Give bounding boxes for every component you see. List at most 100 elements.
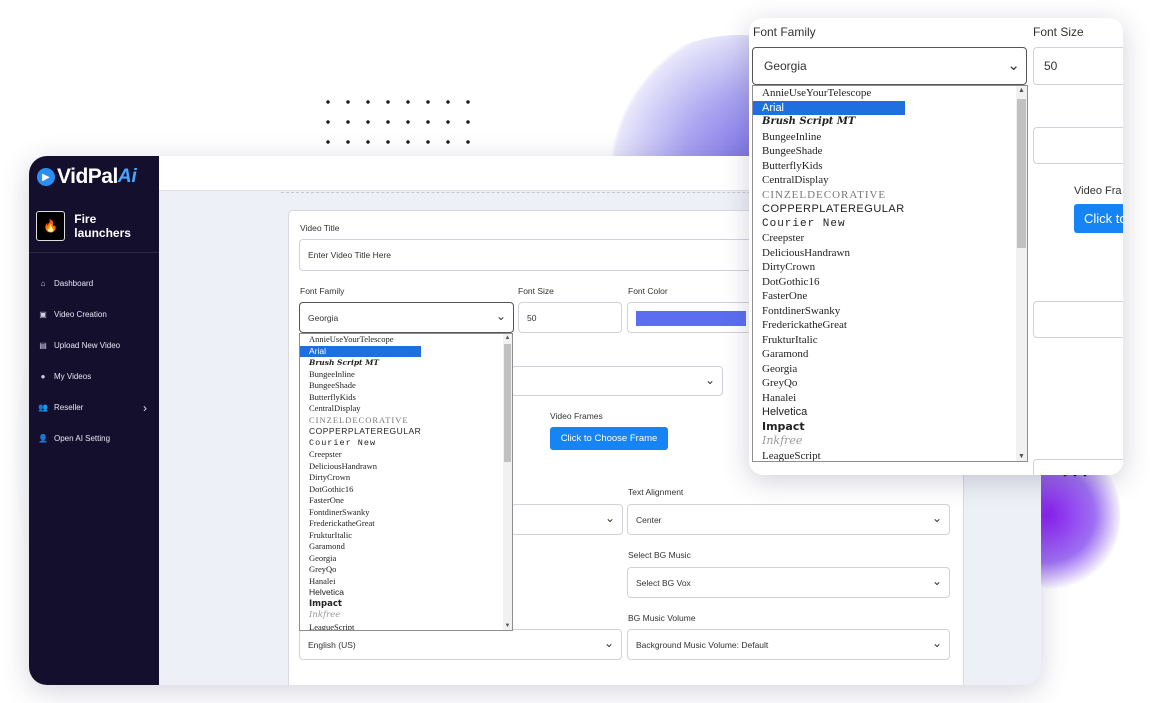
- font-option[interactable]: Creepster: [300, 449, 421, 461]
- font-option[interactable]: FrukturItalic: [300, 530, 421, 542]
- scroll-down-icon[interactable]: ▼: [1016, 453, 1027, 460]
- font-option[interactable]: FrederickatheGreat: [300, 518, 421, 530]
- font-option[interactable]: Impact: [300, 599, 421, 611]
- font-option[interactable]: DeliciousHandrawn: [300, 461, 421, 473]
- font-option[interactable]: Helvetica: [753, 405, 905, 420]
- sidebar-item-label: Open AI Setting: [54, 434, 111, 443]
- text-alignment-label: Text Alignment: [628, 487, 684, 497]
- font-option[interactable]: Hanalei: [753, 391, 905, 406]
- font-option[interactable]: Brush Script MT: [753, 115, 905, 130]
- font-option[interactable]: Inkfree: [753, 434, 905, 449]
- scroll-up-icon[interactable]: ▲: [1016, 87, 1027, 94]
- font-option[interactable]: LeagueScript: [753, 449, 905, 462]
- font-option[interactable]: Courier New: [300, 438, 421, 450]
- font-color-picker[interactable]: [627, 302, 752, 333]
- sidebar-item-dashboard[interactable]: ⌂ Dashboard: [29, 268, 159, 299]
- font-family-dropdown[interactable]: AnnieUseYourTelescope Arial Brush Script M…: [299, 333, 513, 631]
- font-option[interactable]: BungeeInline: [753, 130, 905, 145]
- scroll-down-icon[interactable]: ▼: [503, 623, 512, 629]
- font-option[interactable]: FontdinerSwanky: [300, 507, 421, 519]
- zoom-select-box[interactable]: [1033, 127, 1123, 164]
- zoom-font-family-select[interactable]: Georgia ⌄: [752, 47, 1027, 85]
- font-option[interactable]: LeagueScript: [300, 622, 421, 631]
- video-title-label: Video Title: [300, 223, 340, 233]
- font-option[interactable]: GreyQo: [753, 376, 905, 391]
- zoom-font-family-dropdown[interactable]: AnnieUseYourTelescope Arial Brush Script M…: [752, 85, 1028, 462]
- zoom-select-box[interactable]: [1033, 459, 1123, 475]
- font-option[interactable]: ButterflyKids: [300, 392, 421, 404]
- font-option[interactable]: COPPERPLATEREGULAR: [753, 202, 905, 217]
- scrollbar-thumb[interactable]: [1017, 99, 1026, 248]
- sidebar-item-upload-new-video[interactable]: ▤ Upload New Video: [29, 330, 159, 361]
- font-family-label: Font Family: [300, 286, 345, 296]
- sidebar-item-video-creation[interactable]: ▣ Video Creation: [29, 299, 159, 330]
- font-option[interactable]: Helvetica: [300, 587, 421, 599]
- app-logo[interactable]: ▶ VidPal Ai: [37, 164, 137, 190]
- font-option[interactable]: CINZELDECORATIVE: [753, 188, 905, 203]
- video-icon: ▣: [39, 310, 47, 319]
- font-option[interactable]: Courier New: [753, 217, 905, 232]
- play-logo-icon: ▶: [37, 168, 55, 186]
- font-option[interactable]: CINZELDECORATIVE: [300, 415, 421, 427]
- font-option[interactable]: ButterflyKids: [753, 159, 905, 174]
- bg-volume-value: Background Music Volume: Default: [636, 639, 769, 650]
- font-option[interactable]: FasterOne: [300, 495, 421, 507]
- sidebar-item-reseller[interactable]: 👥 Reseller ›: [29, 392, 159, 423]
- font-option[interactable]: AnnieUseYourTelescope: [300, 334, 421, 346]
- font-option[interactable]: FontdinerSwanky: [753, 304, 905, 319]
- font-option[interactable]: GreyQo: [300, 564, 421, 576]
- bg-volume-select[interactable]: Background Music Volume: Default: [627, 629, 950, 660]
- font-option[interactable]: Arial: [300, 345, 422, 357]
- sidebar-item-my-videos[interactable]: ● My Videos: [29, 361, 159, 392]
- brand-profile[interactable]: 🔥 Fire launchers: [36, 208, 154, 244]
- font-option[interactable]: AnnieUseYourTelescope: [753, 86, 905, 101]
- font-option[interactable]: DirtyCrown: [753, 260, 905, 275]
- font-option[interactable]: Hanalei: [300, 576, 421, 588]
- zoom-font-size-input[interactable]: 50: [1033, 47, 1123, 85]
- font-option[interactable]: BungeeShade: [300, 380, 421, 392]
- font-option[interactable]: DeliciousHandrawn: [753, 246, 905, 261]
- text-select-left[interactable]: [511, 504, 623, 535]
- bg-volume-label: BG Music Volume: [628, 613, 696, 623]
- sidebar: ▶ VidPal Ai 🔥 Fire launchers ⌂ Dashboard…: [29, 156, 159, 685]
- font-option[interactable]: Garamond: [753, 347, 905, 362]
- brand-avatar: 🔥: [36, 211, 66, 241]
- font-option[interactable]: FasterOne: [753, 289, 905, 304]
- video-frames-label: Video Frames: [550, 411, 603, 421]
- font-option[interactable]: BungeeShade: [753, 144, 905, 159]
- font-option[interactable]: FrederickatheGreat: [753, 318, 905, 333]
- zoom-video-frames-label: Video Fra: [1074, 185, 1122, 197]
- font-option[interactable]: Brush Script MT: [300, 357, 421, 369]
- chevron-down-icon: ⌄: [1007, 57, 1020, 74]
- font-option[interactable]: COPPERPLATEREGULAR: [300, 426, 421, 438]
- font-option[interactable]: BungeeInline: [300, 369, 421, 381]
- zoom-select-box[interactable]: [1033, 301, 1123, 338]
- font-option[interactable]: Garamond: [300, 541, 421, 553]
- font-option[interactable]: Georgia: [300, 553, 421, 565]
- scrollbar[interactable]: ▲ ▼: [1016, 86, 1027, 461]
- font-option[interactable]: Georgia: [753, 362, 905, 377]
- bg-music-select[interactable]: Select BG Vox: [627, 567, 950, 598]
- select-dropdown[interactable]: [511, 366, 723, 396]
- font-option[interactable]: CentralDisplay: [300, 403, 421, 415]
- scrollbar[interactable]: ▲ ▼: [503, 334, 512, 630]
- logo-text: VidPal: [57, 165, 118, 188]
- font-option[interactable]: Creepster: [753, 231, 905, 246]
- font-option[interactable]: DotGothic16: [300, 484, 421, 496]
- font-option[interactable]: DirtyCrown: [300, 472, 421, 484]
- font-option[interactable]: DotGothic16: [753, 275, 905, 290]
- font-option[interactable]: FrukturItalic: [753, 333, 905, 348]
- font-family-select[interactable]: Georgia: [299, 302, 514, 333]
- font-option[interactable]: Impact: [753, 420, 905, 435]
- sidebar-item-open-ai-setting[interactable]: 👤 Open AI Setting: [29, 423, 159, 454]
- font-size-input[interactable]: 50: [518, 302, 622, 333]
- choose-frame-button[interactable]: Click to Choose Frame: [550, 427, 668, 450]
- font-option[interactable]: Inkfree: [300, 610, 421, 622]
- zoom-choose-frame-button[interactable]: Click to: [1074, 204, 1123, 233]
- text-alignment-select[interactable]: Center: [627, 504, 950, 535]
- font-option[interactable]: CentralDisplay: [753, 173, 905, 188]
- language-select[interactable]: English (US): [299, 629, 622, 660]
- font-option[interactable]: Arial: [753, 100, 905, 115]
- scroll-up-icon[interactable]: ▲: [503, 335, 512, 341]
- scrollbar-thumb[interactable]: [504, 344, 511, 462]
